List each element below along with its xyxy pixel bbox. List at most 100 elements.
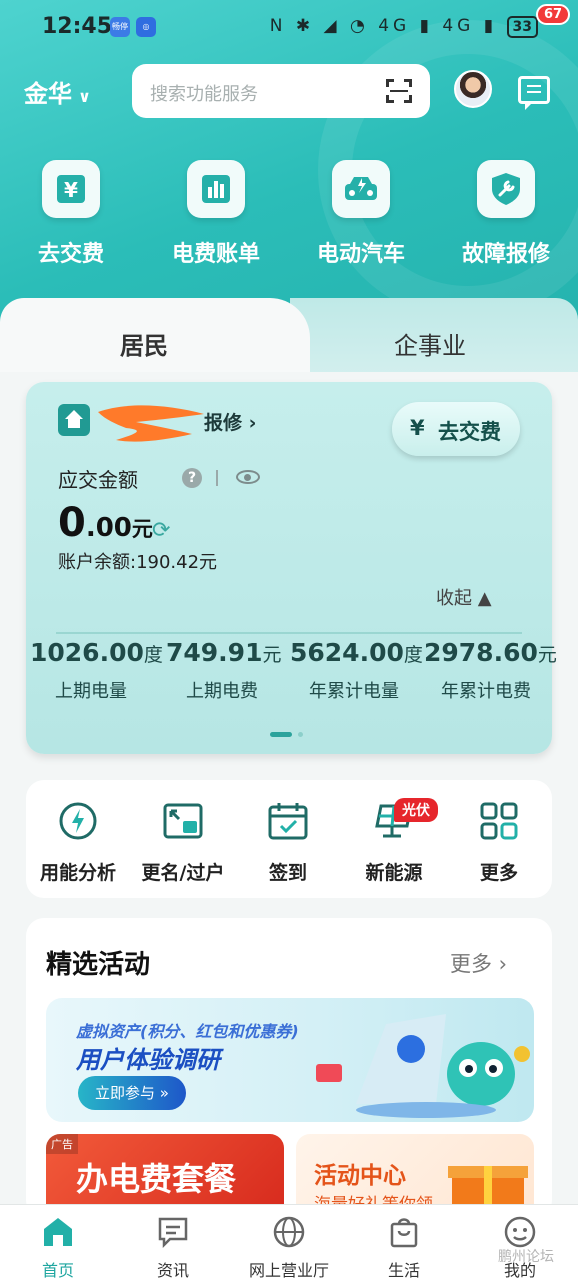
bottom-nav: 首页 资讯 网上营业厅 生活 我的 <box>0 1204 578 1280</box>
stat-unit: 度 <box>403 644 423 666</box>
yuan-icon: ¥ <box>410 416 425 440</box>
banner-subtitle: 虚拟资产(积分、红包和优惠券) <box>76 1022 299 1041</box>
pay-button-label: 去交费 <box>438 420 501 444</box>
mascot-illustration <box>316 1014 530 1118</box>
stat-value: 5624.00 <box>290 638 404 667</box>
quick-action-label: 电动汽车 <box>316 242 405 267</box>
section-title: 精选活动 <box>46 950 151 980</box>
message-icon[interactable] <box>518 76 550 110</box>
city-selector[interactable]: 金华 ∨ <box>24 74 91 109</box>
repair-link[interactable]: 报修 › <box>204 408 256 435</box>
quick-action-label: 电费账单 <box>171 242 260 267</box>
amount-integer: 0 <box>58 500 86 546</box>
home-icon <box>58 404 90 436</box>
ad-tag: 广告 <box>46 1134 78 1154</box>
featured-activities: 精选活动 更多 › 虚拟资产(积分、红包和优惠券) 用户体验调研 立即参与 » … <box>26 918 552 1218</box>
quick-action-ev[interactable]: 电动汽车 <box>306 160 416 268</box>
divider <box>216 470 218 486</box>
search-box[interactable]: 搜索功能服务 <box>132 64 430 118</box>
stat-year-usage: 5624.00度 年累计电量 <box>290 638 423 703</box>
message-count-badge: 67 <box>536 4 571 25</box>
chevron-down-icon: ∨ <box>78 87 91 106</box>
nav-life[interactable]: 生活 <box>349 1215 459 1280</box>
service-label: 更多 <box>479 862 518 884</box>
tab-resident-label: 居民 <box>120 332 168 360</box>
account-card: 报修 › ¥ 去交费 应交金额 ? 0.00元 ⟳ 账户余额:190.42元 收… <box>26 382 557 754</box>
app-badge-icon: 畅停 <box>110 17 130 37</box>
eye-icon[interactable] <box>236 470 260 484</box>
service-label: 更名/过户 <box>141 862 225 884</box>
signal-icons: N ✱ ◢ ◔ 4G ▮ 4G ▮ <box>269 16 498 36</box>
home-icon <box>41 1215 75 1249</box>
profile-icon <box>503 1215 537 1249</box>
service-energy-analysis[interactable]: 用能分析 <box>26 800 130 885</box>
service-transfer[interactable]: 更名/过户 <box>131 800 235 885</box>
stat-unit: 度 <box>143 644 163 666</box>
service-more[interactable]: 更多 <box>447 800 551 885</box>
nav-news[interactable]: 资讯 <box>118 1215 228 1280</box>
quick-action-pay[interactable]: ¥ 去交费 <box>16 160 126 268</box>
quick-action-label: 去交费 <box>37 242 104 267</box>
banner-title: 用户体验调研 <box>76 1046 220 1074</box>
solar-badge: 光伏 <box>394 798 438 822</box>
stat-label: 上期电量 <box>55 681 127 702</box>
quick-action-bill[interactable]: 电费账单 <box>161 160 271 268</box>
scan-icon[interactable] <box>386 79 412 103</box>
page-dot-active <box>270 732 292 737</box>
stat-value: 2978.60 <box>424 638 538 667</box>
repair-shield-icon <box>477 160 535 218</box>
stat-label: 年累计电量 <box>309 681 399 702</box>
account-balance: 账户余额:190.42元 <box>58 552 218 573</box>
amount-due-value: 0.00元 <box>58 500 153 546</box>
nav-label: 首页 <box>41 1261 74 1280</box>
stat-label: 年累计电费 <box>441 681 531 702</box>
yuan-icon: ¥ <box>42 160 100 218</box>
join-button[interactable]: 立即参与 » <box>78 1076 186 1110</box>
stat-label: 上期电费 <box>186 681 258 702</box>
pay-button[interactable]: ¥ 去交费 <box>392 402 520 456</box>
amount-due-label: 应交金额 <box>58 468 138 492</box>
city-label: 金华 <box>24 80 72 108</box>
quick-action-repair[interactable]: 故障报修 <box>451 160 561 268</box>
stat-unit: 元 <box>262 644 282 666</box>
grid-icon <box>478 800 520 842</box>
search-placeholder: 搜索功能服务 <box>150 84 258 105</box>
service-label: 用能分析 <box>39 862 116 884</box>
nav-label: 资讯 <box>156 1261 189 1280</box>
nav-home[interactable]: 首页 <box>3 1215 113 1280</box>
stat-unit: 元 <box>537 644 557 666</box>
page-dot <box>298 732 303 737</box>
transfer-icon <box>162 800 204 842</box>
service-checkin[interactable]: 签到 <box>236 800 340 885</box>
help-icon[interactable]: ? <box>182 468 202 488</box>
more-link[interactable]: 更多 › <box>450 948 507 978</box>
service-label: 签到 <box>268 862 307 884</box>
nav-online-hall[interactable]: 网上营业厅 <box>234 1215 344 1280</box>
collapse-toggle[interactable]: 收起 ▲ <box>436 584 492 610</box>
service-label: 新能源 <box>365 862 423 884</box>
stat-value: 749.91 <box>166 638 263 667</box>
svg-text:¥: ¥ <box>64 178 78 202</box>
service-grid: 用能分析 更名/过户 签到 新能源 更多 <box>26 780 552 898</box>
ev-car-icon <box>332 160 390 218</box>
top-bar: 金华 ∨ 搜索功能服务 <box>0 62 578 120</box>
ad-title: 办电费套餐 <box>76 1160 237 1198</box>
activity-center-title: 活动中心 <box>314 1163 406 1189</box>
shopping-bag-icon <box>387 1215 421 1249</box>
stat-year-fee: 2978.60元 年累计电费 <box>424 638 557 703</box>
amount-decimal: .00 <box>85 513 132 543</box>
stats-divider <box>56 632 522 634</box>
energy-analysis-icon <box>57 800 99 842</box>
stat-last-fee: 749.91元 上期电费 <box>166 638 282 703</box>
refresh-icon[interactable]: ⟳ <box>152 518 170 543</box>
news-icon <box>156 1215 190 1249</box>
amount-unit: 元 <box>131 517 153 541</box>
status-bar: 12:45 畅停 ◎ N ✱ ◢ ◔ 4G ▮ 4G ▮ 33 <box>0 0 578 56</box>
battery-icon: 33 <box>506 16 538 38</box>
status-icons: N ✱ ◢ ◔ 4G ▮ 4G ▮ 33 <box>270 16 538 38</box>
nav-label: 网上营业厅 <box>248 1261 329 1280</box>
status-time: 12:45 <box>42 14 113 39</box>
survey-banner[interactable]: 虚拟资产(积分、红包和优惠券) 用户体验调研 立即参与 » <box>46 998 534 1122</box>
redaction-mark <box>98 405 204 442</box>
customer-service-avatar[interactable] <box>454 70 492 108</box>
